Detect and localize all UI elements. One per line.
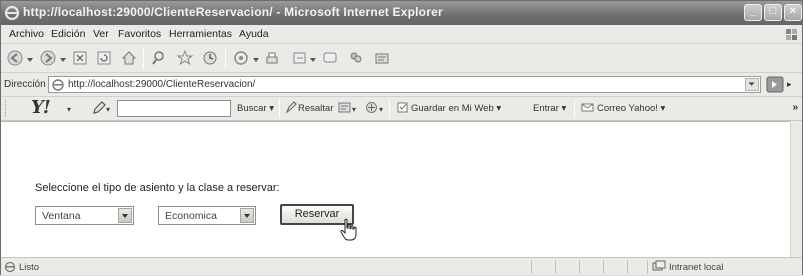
yahoo-menu-dropdown-icon[interactable]: ▾: [67, 105, 71, 114]
status-panel: [555, 260, 579, 274]
minimize-button[interactable]: _: [744, 4, 762, 21]
more-chevron-icon[interactable]: »: [792, 102, 798, 113]
entrar-button[interactable]: Entrar ▾: [533, 103, 566, 114]
links-chevron-icon[interactable]: ▸: [787, 79, 792, 90]
security-icon[interactable]: [365, 101, 378, 114]
pencil-icon[interactable]: [92, 101, 106, 115]
history-icon[interactable]: [201, 49, 219, 67]
address-input[interactable]: http://localhost:29000/ClienteReservacio…: [48, 76, 761, 93]
guardar-label: Guardar en Mi Web: [411, 103, 494, 114]
class-type-value: Economica: [165, 210, 217, 222]
address-bar: Dirección http://localhost:29000/Cliente…: [1, 73, 802, 97]
status-bar: Listo Intranet local: [1, 257, 802, 275]
intranet-zone-icon: [652, 260, 666, 273]
status-panel: [603, 260, 627, 274]
form-prompt: Seleccione el tipo de asiento y la clase…: [35, 182, 280, 194]
address-dropdown-icon[interactable]: [745, 78, 759, 91]
menu-bar: Archivo Edición Ver Favoritos Herramient…: [1, 25, 802, 44]
edit-icon[interactable]: [291, 49, 309, 67]
windows-flag-icon: [784, 26, 800, 42]
entrar-label: Entrar: [533, 103, 559, 114]
menu-ayuda[interactable]: Ayuda: [239, 28, 269, 40]
status-panel: [579, 260, 603, 274]
page-icon: [52, 79, 64, 91]
title-bar[interactable]: http://localhost:29000/ClienteReservacio…: [1, 1, 802, 25]
close-button[interactable]: ×: [784, 4, 802, 21]
class-type-select[interactable]: Economica: [158, 206, 256, 225]
buscar-button[interactable]: Buscar ▾: [237, 103, 274, 114]
forward-icon[interactable]: [39, 49, 57, 67]
highlight-icon: [285, 101, 298, 114]
buscar-label: Buscar: [237, 103, 267, 114]
page-done-icon: [4, 261, 16, 273]
page-content: Seleccione el tipo de asiento y la clase…: [1, 121, 790, 257]
toolbar-separator: [574, 99, 575, 118]
yahoo-toolbar: Y! ▾ ▾ Buscar ▾ Resaltar ▾ ▾ Guardar en …: [1, 97, 802, 121]
menu-herramientas[interactable]: Herramientas: [169, 28, 232, 40]
status-panel: [531, 260, 555, 274]
yahoo-logo[interactable]: Y!: [31, 97, 51, 118]
print-icon[interactable]: [263, 49, 281, 67]
status-text: Listo: [19, 262, 40, 273]
seat-type-value: Ventana: [42, 210, 81, 222]
internet-explorer-icon: [4, 5, 20, 21]
stop-icon[interactable]: [71, 49, 89, 67]
menu-edicion[interactable]: Edición: [51, 28, 85, 40]
pencil-dropdown-icon[interactable]: ▾: [106, 105, 110, 114]
status-panel: [627, 260, 647, 274]
menu-archivo[interactable]: Archivo: [9, 28, 44, 40]
resaltar-button[interactable]: Resaltar: [298, 103, 333, 114]
guardar-mi-web-button[interactable]: Guardar en Mi Web ▾: [411, 103, 501, 114]
toolbar-separator: [225, 48, 226, 69]
page-options-dropdown-icon[interactable]: ▾: [352, 105, 356, 114]
window-title: http://localhost:29000/ClienteReservacio…: [23, 5, 443, 19]
security-dropdown-icon[interactable]: ▾: [379, 105, 383, 114]
maximize-button[interactable]: □: [764, 4, 782, 21]
standard-toolbar: [1, 44, 802, 73]
menu-ver[interactable]: Ver: [93, 28, 109, 40]
correo-label: Correo Yahoo!: [597, 103, 658, 114]
save-page-icon: [396, 101, 409, 114]
mail-envelope-icon: [581, 101, 594, 114]
browser-window: http://localhost:29000/ClienteReservacio…: [0, 0, 803, 275]
vertical-scrollbar[interactable]: [790, 121, 802, 257]
forward-dropdown-icon[interactable]: [60, 53, 66, 62]
mail-dropdown-icon[interactable]: [253, 53, 259, 62]
yahoo-search-input[interactable]: [117, 100, 231, 117]
address-url: http://localhost:29000/ClienteReservacio…: [68, 79, 256, 90]
research-icon[interactable]: [373, 49, 391, 67]
back-dropdown-icon[interactable]: [27, 53, 33, 62]
refresh-icon[interactable]: [95, 49, 113, 67]
home-icon[interactable]: [120, 49, 138, 67]
toolbar-separator: [389, 99, 390, 118]
favorites-icon[interactable]: [176, 49, 194, 67]
zone-text: Intranet local: [669, 262, 724, 273]
search-icon[interactable]: [151, 49, 169, 67]
toolbar-grip[interactable]: [5, 100, 8, 117]
hand-cursor-icon: [339, 218, 357, 242]
chevron-down-icon[interactable]: [118, 208, 132, 223]
correo-yahoo-button[interactable]: Correo Yahoo! ▾: [597, 103, 665, 114]
toolbar-separator: [143, 48, 144, 69]
page-options-icon[interactable]: [338, 101, 351, 114]
menu-favoritos[interactable]: Favoritos: [118, 28, 161, 40]
messenger-icon[interactable]: [347, 49, 365, 67]
edit-dropdown-icon[interactable]: [310, 53, 316, 62]
chevron-down-icon[interactable]: [240, 208, 254, 223]
toolbar-separator: [279, 99, 280, 118]
go-button[interactable]: [766, 76, 784, 93]
mail-icon[interactable]: [233, 49, 251, 67]
discuss-icon[interactable]: [321, 49, 339, 67]
back-icon[interactable]: [6, 49, 24, 67]
seat-type-select[interactable]: Ventana: [35, 206, 134, 225]
address-label: Dirección: [4, 79, 46, 90]
